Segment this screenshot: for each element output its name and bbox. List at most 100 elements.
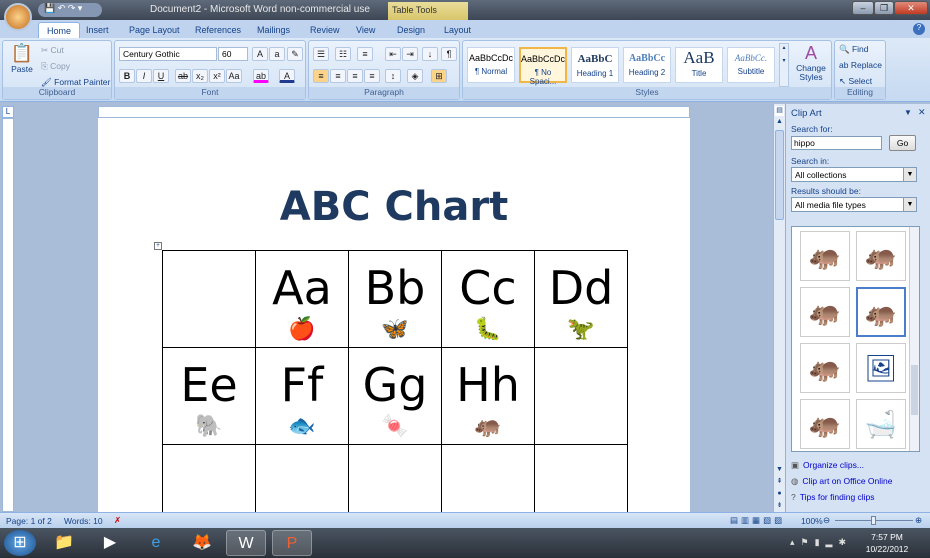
clip-result[interactable]: 🦛 bbox=[800, 399, 850, 449]
center-button[interactable]: ≡ bbox=[330, 69, 346, 83]
increase-indent-button[interactable]: ⇥ bbox=[402, 47, 418, 61]
zoom-in-icon[interactable]: ⊕ bbox=[915, 515, 922, 526]
word-count[interactable]: Words: 10 bbox=[64, 516, 103, 526]
styles-scroll[interactable]: ▴ ▾ bbox=[779, 43, 789, 87]
zoom-out-icon[interactable]: ⊖ bbox=[823, 515, 830, 526]
cut-button[interactable]: ✂ Cut bbox=[41, 45, 64, 56]
horizontal-ruler[interactable] bbox=[98, 106, 690, 118]
grow-font-button[interactable]: A bbox=[252, 47, 268, 61]
table-cell[interactable]: Bb 🦋 bbox=[348, 250, 442, 348]
document-page[interactable]: ABC Chart + Aa 🍎 Bb 🦋 Cc 🐛 Dd 🦖 Ee 🐘 Ff 🐟 Gg 🍬 Hh 🦛 bbox=[98, 118, 690, 512]
page-count[interactable]: Page: 1 of 2 bbox=[6, 516, 52, 526]
tab-mailings[interactable]: Mailings bbox=[249, 22, 298, 38]
shrink-font-button[interactable]: a bbox=[269, 47, 285, 61]
clip-art-image[interactable]: 🐘 bbox=[195, 416, 222, 438]
change-case-button[interactable]: Aa bbox=[226, 69, 242, 83]
minimize-button[interactable]: – bbox=[852, 1, 874, 15]
table-cell[interactable]: Aa 🍎 bbox=[255, 250, 349, 348]
ruler-toggle[interactable]: ▤ bbox=[775, 106, 784, 116]
table-cell[interactable]: Dd 🦖 bbox=[534, 250, 628, 348]
clip-result[interactable]: 🦛 bbox=[800, 287, 850, 337]
select-button[interactable]: ↖ Select bbox=[839, 76, 872, 87]
tab-insert[interactable]: Insert bbox=[78, 22, 117, 38]
clip-art-image[interactable]: 🦛 bbox=[474, 416, 501, 438]
borders-button[interactable]: ⊞ bbox=[431, 69, 447, 83]
bold-button[interactable]: B bbox=[119, 69, 135, 83]
tab-review[interactable]: Review bbox=[302, 22, 348, 38]
change-styles-button[interactable]: A Change Styles bbox=[793, 43, 829, 82]
vertical-scrollbar[interactable]: ▤ ▲ ▼ ⇞ ● ⇟ bbox=[773, 104, 785, 512]
office-online-link[interactable]: ◍ Clip art on Office Online bbox=[791, 476, 893, 487]
clip-art-image[interactable]: 🐟 bbox=[288, 416, 315, 438]
results-scrollbar[interactable] bbox=[909, 227, 919, 451]
tab-layout[interactable]: Layout bbox=[436, 22, 479, 38]
system-tray-icons[interactable]: ▴⚑▮▂✱ bbox=[790, 537, 852, 548]
style-no-spacing[interactable]: AaBbCcDc ¶ No Spaci... bbox=[519, 47, 567, 86]
tab-design[interactable]: Design bbox=[389, 22, 433, 38]
table-cell[interactable] bbox=[441, 444, 535, 512]
tab-view[interactable]: View bbox=[348, 22, 383, 38]
search-in-select[interactable]: All collections ▼ bbox=[791, 167, 917, 182]
table-cell[interactable]: Hh 🦛 bbox=[441, 347, 535, 445]
powerpoint-taskbar-icon[interactable]: P bbox=[272, 530, 312, 556]
scroll-up-icon[interactable]: ▲ bbox=[775, 118, 784, 128]
table-cell[interactable]: Ee 🐘 bbox=[162, 347, 256, 445]
font-color-button[interactable]: A bbox=[279, 69, 295, 83]
close-button[interactable]: ✕ bbox=[894, 1, 928, 15]
clip-result[interactable]: 🦛 bbox=[800, 343, 850, 393]
view-buttons[interactable]: ▤▥▦▧▨ bbox=[730, 515, 785, 526]
tips-link[interactable]: ? Tips for finding clips bbox=[791, 492, 875, 502]
align-right-button[interactable]: ≡ bbox=[347, 69, 363, 83]
clip-art-image[interactable]: 🍬 bbox=[381, 416, 408, 438]
organize-clips-link[interactable]: ▣ Organize clips... bbox=[791, 460, 864, 471]
pane-close-icon[interactable]: ✕ bbox=[918, 107, 926, 118]
sort-button[interactable]: ↓ bbox=[422, 47, 438, 61]
copy-button[interactable]: ⎘ Copy bbox=[41, 61, 70, 72]
word-taskbar-icon[interactable]: W bbox=[226, 530, 266, 556]
explorer-icon[interactable]: 📁 bbox=[44, 530, 84, 556]
media-player-icon[interactable]: ▶ bbox=[90, 530, 130, 556]
table-cell[interactable] bbox=[255, 444, 349, 512]
tab-stop-selector[interactable]: L bbox=[2, 106, 14, 118]
zoom-slider-thumb[interactable] bbox=[871, 516, 876, 525]
table-cell[interactable] bbox=[534, 347, 628, 445]
underline-button[interactable]: U bbox=[153, 69, 169, 83]
style-normal[interactable]: AaBbCcDc ¶ Normal bbox=[467, 47, 515, 83]
clip-art-image[interactable]: 🍎 bbox=[288, 319, 315, 341]
highlight-button[interactable]: ab bbox=[253, 69, 269, 83]
table-cell[interactable] bbox=[348, 444, 442, 512]
clip-result[interactable]: 🦛 bbox=[856, 231, 906, 281]
style-heading-1[interactable]: AaBbC Heading 1 bbox=[571, 47, 619, 83]
strikethrough-button[interactable]: ab bbox=[175, 69, 191, 83]
line-spacing-button[interactable]: ↕ bbox=[385, 69, 401, 83]
style-heading-2[interactable]: AaBbCc Heading 2 bbox=[623, 47, 671, 83]
table-cell[interactable]: Ff 🐟 bbox=[255, 347, 349, 445]
decrease-indent-button[interactable]: ⇤ bbox=[385, 47, 401, 61]
align-left-button[interactable]: ≡ bbox=[313, 69, 329, 83]
replace-button[interactable]: ab Replace bbox=[839, 60, 882, 70]
clip-result[interactable]: 🖼 bbox=[856, 343, 906, 393]
italic-button[interactable]: I bbox=[136, 69, 152, 83]
clip-art-image[interactable]: 🦋 bbox=[381, 319, 408, 341]
clip-art-image[interactable]: 🦖 bbox=[567, 319, 594, 341]
shading-button[interactable]: ◈ bbox=[407, 69, 423, 83]
clip-result[interactable]: 🦛 bbox=[800, 231, 850, 281]
firefox-icon[interactable]: 🦊 bbox=[182, 530, 222, 556]
search-input[interactable] bbox=[791, 136, 882, 150]
tab-page-layout[interactable]: Page Layout bbox=[121, 22, 188, 38]
proofing-icon[interactable]: ✗ bbox=[114, 515, 121, 526]
pane-menu-icon[interactable]: ▼ bbox=[904, 108, 912, 117]
clip-result[interactable]: 🛁 bbox=[856, 399, 906, 449]
style-title[interactable]: AaB Title bbox=[675, 47, 723, 83]
show-formatting-button[interactable]: ¶ bbox=[441, 47, 457, 61]
table-move-handle[interactable]: + bbox=[154, 242, 162, 250]
table-cell[interactable]: Gg 🍬 bbox=[348, 347, 442, 445]
style-subtitle[interactable]: AaBbCc. Subtitle bbox=[727, 47, 775, 83]
multilevel-list-button[interactable]: ≡ bbox=[357, 47, 373, 61]
clip-art-image[interactable]: 🐛 bbox=[474, 319, 501, 341]
office-button[interactable] bbox=[4, 3, 32, 31]
go-button[interactable]: Go bbox=[889, 135, 916, 151]
browse-buttons[interactable]: ▼ ⇞ ● ⇟ bbox=[775, 464, 784, 512]
vertical-ruler[interactable] bbox=[2, 118, 14, 512]
internet-explorer-icon[interactable]: e bbox=[136, 530, 176, 556]
